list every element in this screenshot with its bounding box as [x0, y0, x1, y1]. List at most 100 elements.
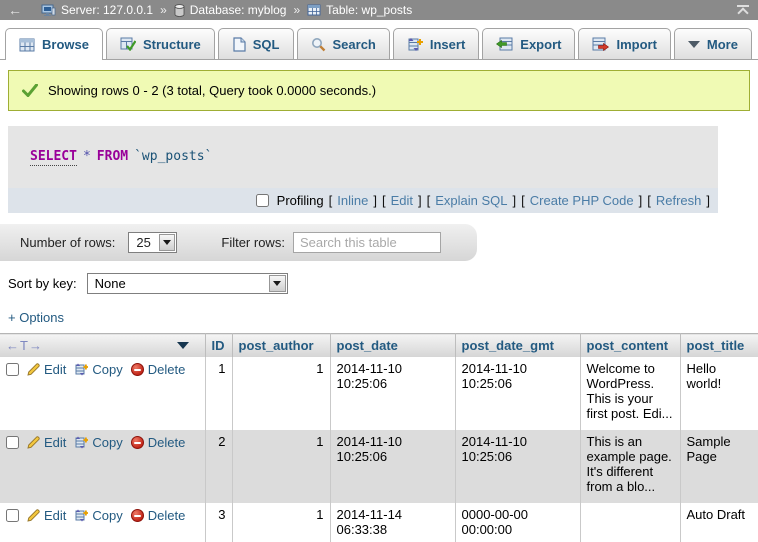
cell-post-date: 2014-11-10 10:25:06: [330, 430, 455, 503]
row-checkbox[interactable]: [6, 436, 19, 449]
cell-post-content: Welcome to WordPress. This is your first…: [580, 357, 680, 430]
edit-row-link[interactable]: Edit: [27, 362, 66, 377]
number-of-rows-select[interactable]: 25: [128, 232, 177, 253]
delete-icon: [131, 363, 144, 376]
edit-row-link[interactable]: Edit: [27, 435, 66, 450]
edit-label: Edit: [44, 362, 66, 377]
delete-row-link[interactable]: Delete: [131, 435, 186, 450]
export-icon: [496, 37, 513, 51]
tab-export[interactable]: Export: [482, 28, 575, 59]
header-actions-cell: ←T→: [0, 334, 205, 358]
tab-label: SQL: [253, 37, 280, 52]
cell-post-date-gmt: 2014-11-10 10:25:06: [455, 357, 580, 430]
inline-link[interactable]: Inline: [337, 193, 368, 208]
chevron-down-icon: [163, 240, 171, 245]
sort-indicator-icon[interactable]: [177, 342, 189, 349]
results-table: ←T→ ID post_author post_date post_date_g…: [0, 333, 758, 542]
database-icon: [174, 4, 185, 17]
sql-table-identifier: `wp_posts`: [134, 149, 212, 164]
column-header-post-title[interactable]: post_title: [680, 334, 758, 358]
tab-structure[interactable]: Structure: [106, 28, 215, 59]
sql-keyword-from: FROM: [97, 149, 128, 164]
explain-sql-link[interactable]: Explain SQL: [435, 193, 507, 208]
filter-rows-label: Filter rows:: [221, 235, 285, 250]
sort-row: Sort by key: None: [8, 273, 758, 294]
delete-label: Delete: [148, 508, 186, 523]
cell-post-author: 1: [232, 503, 330, 542]
column-move-icon[interactable]: ←T→: [6, 338, 43, 353]
server-icon: [41, 4, 56, 17]
tab-browse[interactable]: Browse: [5, 28, 103, 60]
column-header-id[interactable]: ID: [205, 334, 232, 358]
edit-label: Edit: [44, 508, 66, 523]
edit-query-link[interactable]: Edit: [391, 193, 413, 208]
status-message-text: Showing rows 0 - 2 (3 total, Query took …: [48, 83, 376, 98]
row-actions-cell: Edit Copy: [0, 503, 205, 542]
delete-row-link[interactable]: Delete: [131, 362, 186, 377]
cell-post-title: Hello world!: [680, 357, 758, 430]
tab-label: Structure: [143, 37, 201, 52]
copy-icon: [74, 509, 88, 522]
table-row: Edit Copy: [0, 357, 758, 430]
number-of-rows-value: 25: [129, 235, 157, 250]
row-checkbox[interactable]: [6, 509, 19, 522]
profiling-checkbox[interactable]: [256, 194, 269, 207]
tab-label: More: [707, 37, 738, 52]
tab-label: Import: [616, 37, 656, 52]
table-row: Edit Copy: [0, 503, 758, 542]
column-header-post-author[interactable]: post_author: [232, 334, 330, 358]
cell-post-date: 2014-11-10 10:25:06: [330, 357, 455, 430]
copy-row-link[interactable]: Copy: [74, 362, 122, 377]
sql-query-box: SELECT*FROM`wp_posts`: [8, 126, 718, 188]
table-header-row: ←T→ ID post_author post_date post_date_g…: [0, 334, 758, 358]
bracket: [: [329, 193, 333, 208]
tab-more[interactable]: More: [674, 28, 752, 59]
create-php-code-link[interactable]: Create PHP Code: [530, 193, 634, 208]
collapse-panel-icon[interactable]: [736, 5, 750, 15]
refresh-link[interactable]: Refresh: [656, 193, 702, 208]
column-header-post-date-gmt[interactable]: post_date_gmt: [455, 334, 580, 358]
sort-key-value: None: [88, 276, 268, 291]
delete-label: Delete: [148, 362, 186, 377]
copy-row-link[interactable]: Copy: [74, 435, 122, 450]
success-check-icon: [22, 84, 38, 97]
breadcrumb-bar: ← Server: 127.0.0.1 » Database: myblog »…: [0, 0, 758, 20]
tab-search[interactable]: Search: [297, 28, 390, 59]
delete-label: Delete: [148, 435, 186, 450]
search-icon: [311, 37, 326, 52]
tab-sql[interactable]: SQL: [218, 28, 294, 59]
edit-row-link[interactable]: Edit: [27, 508, 66, 523]
select-arrow-button[interactable]: [269, 275, 286, 292]
delete-icon: [131, 509, 144, 522]
row-checkbox[interactable]: [6, 363, 19, 376]
number-of-rows-label: Number of rows:: [20, 235, 115, 250]
breadcrumb-server[interactable]: Server: 127.0.0.1: [61, 3, 153, 17]
select-arrow-button[interactable]: [159, 234, 176, 251]
table-icon: [307, 4, 321, 16]
copy-row-link[interactable]: Copy: [74, 508, 122, 523]
breadcrumb-database[interactable]: Database: myblog: [190, 3, 287, 17]
column-header-post-content[interactable]: post_content: [580, 334, 680, 358]
back-arrow-icon[interactable]: ←: [8, 3, 22, 17]
breadcrumb-separator: »: [160, 3, 167, 17]
table-search-input[interactable]: [293, 232, 441, 253]
tab-label: Insert: [430, 37, 465, 52]
tab-label: Search: [333, 37, 376, 52]
cell-post-content: [580, 503, 680, 542]
status-message: Showing rows 0 - 2 (3 total, Query took …: [8, 70, 750, 111]
bracket: ]: [418, 193, 422, 208]
cell-post-date-gmt: 2014-11-10 10:25:06: [455, 430, 580, 503]
sort-key-select[interactable]: None: [87, 273, 288, 294]
tab-insert[interactable]: Insert: [393, 28, 479, 59]
column-header-post-date[interactable]: post_date: [330, 334, 455, 358]
pencil-icon: [27, 363, 40, 376]
sql-keyword-select[interactable]: SELECT: [30, 149, 77, 166]
tab-import[interactable]: Import: [578, 28, 670, 59]
breadcrumb-table[interactable]: Table: wp_posts: [326, 3, 412, 17]
bracket: [: [647, 193, 651, 208]
options-toggle-link[interactable]: + Options: [8, 310, 64, 325]
delete-row-link[interactable]: Delete: [131, 508, 186, 523]
pencil-icon: [27, 436, 40, 449]
bracket: ]: [706, 193, 710, 208]
copy-label: Copy: [92, 508, 122, 523]
